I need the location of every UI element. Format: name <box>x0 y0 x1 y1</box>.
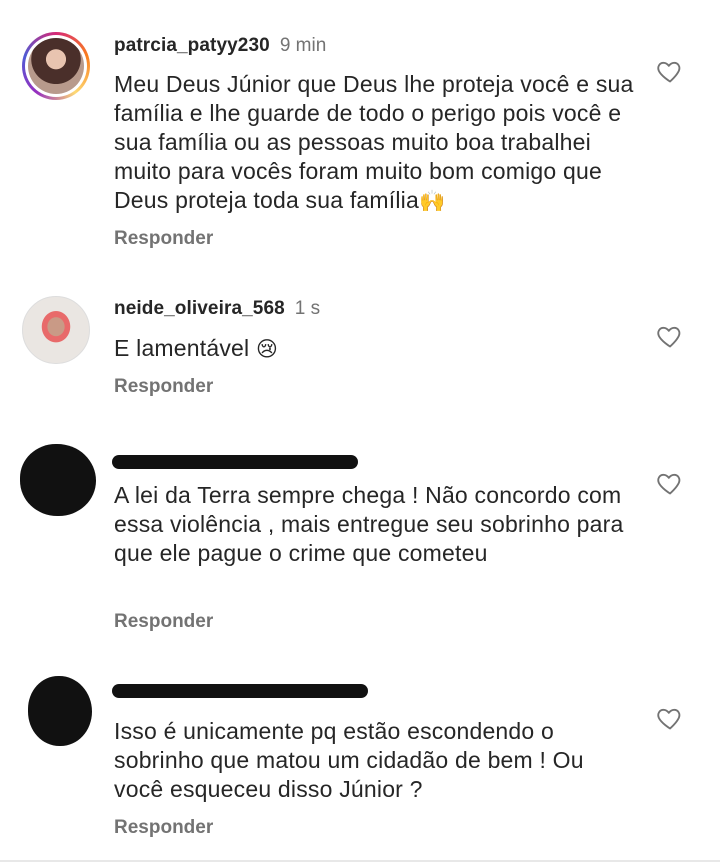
comment-time: 1 s <box>294 298 321 319</box>
comment-username[interactable]: patrcia_patyy230 <box>114 35 270 57</box>
avatar[interactable] <box>22 296 90 364</box>
reply-button[interactable]: Responder <box>114 817 213 839</box>
comment-text: A lei da Terra sempre chega ! Não concor… <box>114 482 624 566</box>
heart-icon[interactable] <box>656 704 684 732</box>
username-redacted <box>112 455 358 469</box>
comment-text: Meu Deus Júnior que Deus lhe proteja voc… <box>114 71 634 213</box>
username-redacted <box>112 684 368 698</box>
reply-button[interactable]: Responder <box>114 611 213 633</box>
reply-button[interactable]: Responder <box>114 376 213 398</box>
avatar-redacted <box>20 444 96 516</box>
avatar[interactable] <box>22 32 90 100</box>
crying-face-emoji: 😢 <box>255 337 279 361</box>
heart-icon[interactable] <box>656 469 684 497</box>
divider <box>0 860 720 862</box>
heart-icon[interactable] <box>656 322 684 350</box>
comment-text: Isso é unicamente pq estão escondendo o … <box>114 718 584 802</box>
heart-icon[interactable] <box>656 57 684 85</box>
raised-hands-emoji: 🙌 <box>418 189 446 213</box>
comment-time: 9 min <box>279 35 327 56</box>
avatar-redacted <box>28 676 92 746</box>
comment-username[interactable]: neide_oliveira_568 <box>114 298 285 320</box>
reply-button[interactable]: Responder <box>114 228 213 250</box>
comment-text: E lamentável 😢 <box>114 335 279 361</box>
